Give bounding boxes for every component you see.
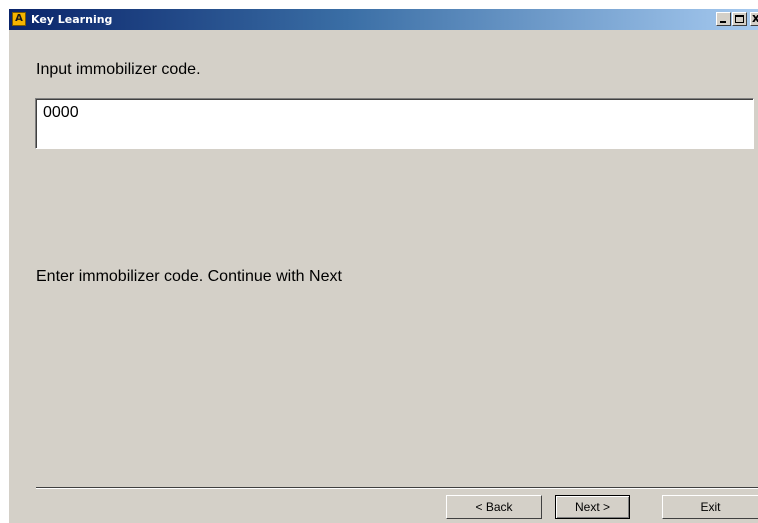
close-button[interactable]: x	[750, 11, 758, 26]
footer-divider	[36, 487, 758, 489]
exit-button[interactable]: Exit	[662, 495, 758, 519]
instruction-text: Enter immobilizer code. Continue with Ne…	[36, 268, 342, 285]
back-button[interactable]: < Back	[446, 495, 542, 519]
maximize-icon	[735, 15, 744, 23]
maximize-button[interactable]	[732, 12, 747, 26]
immobilizer-code-input[interactable]: 0000	[35, 98, 754, 149]
prompt-label: Input immobilizer code.	[36, 61, 201, 78]
minimize-icon	[720, 21, 726, 23]
key-learning-window: A Key Learning x Input immobilizer code.…	[8, 9, 758, 523]
close-icon: x	[752, 11, 758, 25]
app-icon: A	[12, 12, 26, 26]
window-title: Key Learning	[31, 13, 113, 26]
next-button[interactable]: Next >	[555, 495, 630, 519]
minimize-button[interactable]	[716, 12, 731, 26]
title-bar[interactable]: A Key Learning x	[9, 9, 758, 30]
